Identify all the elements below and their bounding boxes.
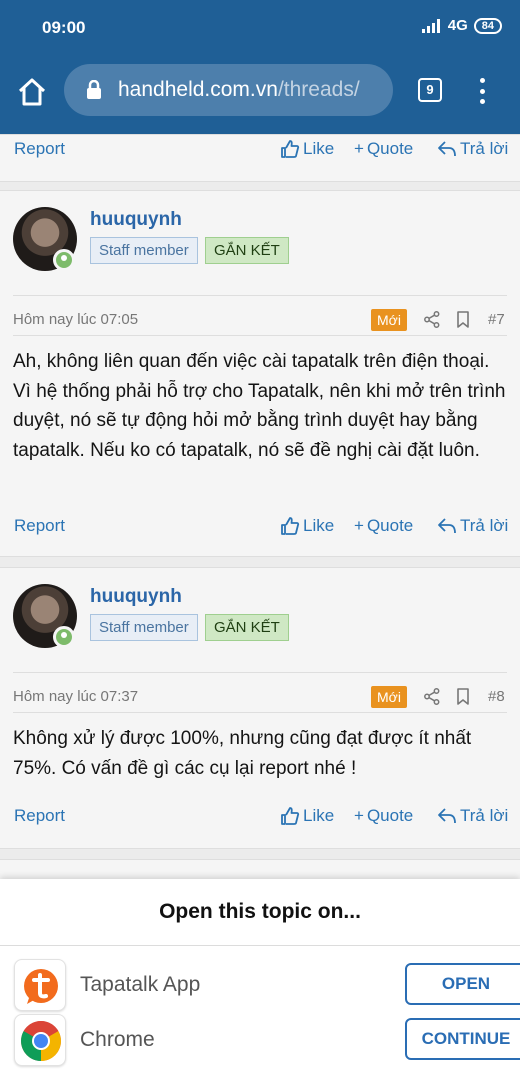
post-actions: Report Like + Quote Trả lời [0, 804, 520, 830]
reply-icon [438, 808, 456, 824]
chrome-icon [14, 1014, 66, 1066]
post-timestamp[interactable]: Hôm nay lúc 07:37 [13, 688, 138, 705]
plus-icon: + [354, 139, 364, 158]
post-number[interactable]: #8 [488, 688, 505, 705]
status-indicators: 4G 84 [421, 17, 502, 34]
reply-label: Trả lời [460, 806, 509, 825]
post-actions: Report Like + Quote Trả lời [0, 514, 520, 540]
post-meta: Hôm nay lúc 07:05 Mới #7 [0, 303, 520, 337]
tapatalk-icon [14, 959, 66, 1011]
like-label: Like [303, 806, 335, 825]
like-label: Like [303, 516, 335, 535]
bookmark-icon[interactable] [456, 311, 470, 333]
battery-level: 84 [481, 19, 494, 32]
quote-button[interactable]: + Quote [354, 139, 413, 159]
reply-button[interactable]: Trả lời [437, 806, 508, 826]
post-card: huuquynh Staff member GẮN KẾT Hôm nay lú… [0, 567, 520, 849]
open-button[interactable]: OPEN [405, 963, 520, 1005]
continue-button[interactable]: CONTINUE [405, 1018, 520, 1060]
post-body: Ah, không liên quan đến việc cài tapatal… [13, 351, 506, 461]
divider [13, 672, 507, 673]
new-badge: Mới [371, 686, 407, 708]
post-author: huuquynh Staff member GẮN KẾT [0, 568, 520, 668]
post-author: huuquynh Staff member GẮN KẾT [0, 191, 520, 291]
post-timestamp[interactable]: Hôm nay lúc 07:05 [13, 311, 138, 328]
divider [13, 295, 507, 296]
quote-label: Quote [366, 806, 414, 825]
app-option-chrome[interactable]: Chrome CONTINUE [0, 1014, 520, 1068]
thumbs-up-icon [281, 517, 300, 535]
tab-switcher-button[interactable]: 9 [418, 78, 442, 102]
username[interactable]: huuquynh [90, 586, 182, 608]
share-icon[interactable] [424, 688, 440, 710]
lock-icon [87, 80, 101, 99]
share-icon[interactable] [424, 311, 440, 333]
quote-label: Quote [366, 139, 414, 158]
bookmark-icon[interactable] [456, 688, 470, 710]
status-bar: 09:00 4G 84 [0, 0, 520, 58]
tag-badge: GẮN KẾT [205, 237, 289, 264]
sheet-title: Open this topic on... [159, 900, 361, 923]
plus-icon: + [354, 806, 364, 825]
reply-button[interactable]: Trả lời [437, 139, 508, 159]
post-card: huuquynh Staff member GẮN KẾT Hôm nay lú… [0, 190, 520, 557]
like-button[interactable]: Like [280, 516, 334, 536]
browser-toolbar: handheld.com.vn/threads/ 9 [0, 58, 520, 136]
thumbs-up-icon [281, 140, 300, 158]
post-actions: Report Like + Quote Trả lời [0, 137, 520, 163]
online-status-icon [53, 249, 75, 271]
network-type: 4G [447, 17, 468, 34]
reply-label: Trả lời [460, 516, 509, 535]
post-number[interactable]: #7 [488, 311, 505, 328]
previous-post: Report Like + Quote Trả lời [0, 134, 520, 182]
quote-button[interactable]: + Quote [354, 806, 413, 826]
post-meta: Hôm nay lúc 07:37 Mới #8 [0, 680, 520, 714]
reply-icon [438, 141, 456, 157]
overflow-menu-button[interactable] [474, 78, 490, 104]
thread-content: Report Like + Quote Trả lời huuquynh Staf… [0, 134, 520, 889]
status-time: 09:00 [42, 18, 86, 37]
report-link[interactable]: Report [14, 516, 65, 536]
plus-icon: + [354, 516, 364, 535]
new-badge: Mới [371, 309, 407, 331]
divider [13, 712, 507, 713]
quote-button[interactable]: + Quote [354, 516, 413, 536]
quote-label: Quote [366, 516, 414, 535]
divider [0, 945, 520, 946]
thumbs-up-icon [281, 807, 300, 825]
home-button[interactable] [16, 76, 48, 108]
open-with-sheet: Open this topic on... Tapatalk App OPEN … [0, 879, 520, 1080]
signal-icon [421, 18, 442, 33]
reply-label: Trả lời [460, 139, 509, 158]
home-icon [18, 78, 46, 106]
app-name: Tapatalk App [80, 973, 201, 996]
url-path: /threads/ [277, 78, 360, 101]
battery-icon: 84 [473, 17, 502, 34]
app-name: Chrome [80, 1028, 155, 1051]
report-link[interactable]: Report [14, 139, 65, 159]
reply-icon [438, 518, 456, 534]
staff-badge: Staff member [90, 237, 198, 264]
tag-badge: GẮN KẾT [205, 614, 289, 641]
app-option-tapatalk[interactable]: Tapatalk App OPEN [0, 959, 520, 1013]
report-link[interactable]: Report [14, 806, 65, 826]
url-host: handheld.com.vn [118, 78, 278, 101]
username[interactable]: huuquynh [90, 209, 182, 231]
staff-badge: Staff member [90, 614, 198, 641]
divider [13, 335, 507, 336]
post-body: Không xử lý được 100%, nhưng cũng đạt đư… [13, 728, 472, 779]
like-button[interactable]: Like [280, 139, 334, 159]
address-bar[interactable]: handheld.com.vn/threads/ [64, 64, 393, 116]
reply-button[interactable]: Trả lời [437, 516, 508, 536]
like-label: Like [303, 139, 335, 158]
online-status-icon [53, 626, 75, 648]
like-button[interactable]: Like [280, 806, 334, 826]
